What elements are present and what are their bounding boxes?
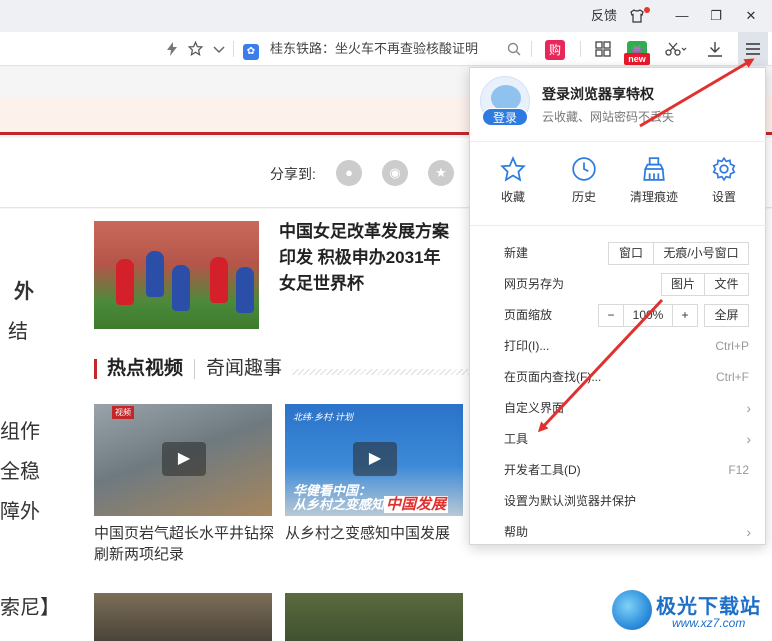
menu-item-help[interactable]: 帮助 › <box>470 517 767 548</box>
minimize-icon[interactable]: — <box>670 0 694 32</box>
paw-icon[interactable]: ✿ <box>240 32 262 66</box>
save-image-button[interactable]: 图片 <box>661 273 705 296</box>
login-title[interactable]: 登录浏览器享特权 <box>542 84 654 104</box>
weibo-icon[interactable]: ◉ <box>382 160 408 186</box>
feedback-button[interactable]: 反馈 <box>588 0 620 32</box>
new-badge: new <box>624 53 650 65</box>
hamburger-menu-icon[interactable] <box>738 32 768 66</box>
video-thumbnail[interactable]: 北纬·乡村·计划 ▶ 华健看中国： 从乡村之变感知 中国发展 <box>285 404 463 516</box>
chevron-right-icon: › <box>746 400 751 416</box>
video-thumbnail[interactable]: 视频 ▶ <box>94 404 272 516</box>
chevron-down-icon[interactable] <box>211 32 227 66</box>
left-text-fragment[interactable]: 组作 <box>0 415 40 444</box>
menu-item-devtools[interactable]: 开发者工具(D) F12 <box>470 455 767 486</box>
fullscreen-button[interactable]: 全屏 <box>704 304 749 327</box>
tab-oddities[interactable]: 奇闻趣事 <box>206 359 282 379</box>
menu-item-new: 新建 窗口 无痕/小号窗口 <box>470 238 767 269</box>
new-incognito-button[interactable]: 无痕/小号窗口 <box>653 242 749 265</box>
menu-item-print[interactable]: 打印(I)... Ctrl+P <box>470 331 767 362</box>
star-icon[interactable] <box>186 32 204 66</box>
section-title[interactable]: 热点视频 <box>94 359 183 379</box>
quick-label: 收藏 <box>500 190 525 204</box>
broom-icon <box>640 156 668 184</box>
menu-item-zoom: 页面缩放 − 100% + 全屏 <box>470 300 767 331</box>
divider <box>580 41 581 57</box>
apps-grid-icon[interactable] <box>592 32 614 66</box>
restore-icon[interactable]: ❐ <box>704 0 728 32</box>
favorites-button[interactable]: 收藏 <box>478 155 548 205</box>
zoom-level: 100% <box>623 304 673 327</box>
new-window-button[interactable]: 窗口 <box>608 242 654 265</box>
news-ticker[interactable]: 桂东铁路：坐火车不再查验核酸证明 <box>270 32 478 66</box>
clock-icon <box>570 156 598 184</box>
quick-label: 设置 <box>711 190 736 204</box>
shirt-icon[interactable] <box>626 0 648 32</box>
video-overlay-text: 北纬·乡村·计划 <box>293 412 353 422</box>
settings-button[interactable]: 设置 <box>689 156 759 205</box>
article-image[interactable] <box>94 221 259 329</box>
video-caption[interactable]: 从乡村之变感知中国发展 <box>285 523 467 544</box>
decorative-line <box>292 369 472 375</box>
chevron-right-icon: › <box>746 524 751 540</box>
quick-label: 历史 <box>571 190 596 204</box>
history-button[interactable]: 历史 <box>549 156 619 205</box>
save-file-button[interactable]: 文件 <box>704 273 749 296</box>
bolt-icon[interactable] <box>164 32 180 66</box>
quick-actions: 收藏 历史 清理痕迹 设置 <box>470 142 767 226</box>
article-headline[interactable]: 中国女足改革发展方案印发 积极申办2031年女足世界杯 <box>279 219 454 297</box>
left-text-fragment[interactable]: 索尼】 <box>0 591 60 620</box>
divider <box>531 41 532 57</box>
shop-icon[interactable]: 购 <box>543 32 567 66</box>
wechat-icon[interactable]: ● <box>336 160 362 186</box>
watermark-title: 极光下载站 <box>656 596 761 618</box>
left-column: 外 结 组作 全稳 障外 索尼】 <box>0 209 66 641</box>
play-icon[interactable]: ▶ <box>353 442 397 476</box>
divider <box>233 41 234 57</box>
video-tag: 视频 <box>112 406 134 419</box>
quick-label: 清理痕迹 <box>629 190 678 204</box>
watermark: 极光下载站 www.xz7.com <box>612 586 772 636</box>
login-subtitle: 云收藏、网站密码不丢失 <box>542 110 675 124</box>
left-text-fragment[interactable]: 外 <box>14 275 34 304</box>
share-label: 分享到: <box>270 166 316 182</box>
left-text-fragment[interactable]: 结 <box>8 315 28 344</box>
menu-item-save-as: 网页另存为 图片 文件 <box>470 269 767 300</box>
star-outline-icon <box>499 155 527 184</box>
gear-icon <box>710 156 738 184</box>
left-text-fragment[interactable]: 障外 <box>0 495 40 524</box>
play-icon[interactable]: ▶ <box>162 442 206 476</box>
login-button[interactable]: 登录 <box>482 108 528 126</box>
scissors-icon[interactable] <box>662 32 690 66</box>
menu-item-tools[interactable]: 工具 › <box>470 424 767 455</box>
menu-item-find[interactable]: 在页面内查找(F)... Ctrl+F <box>470 362 767 393</box>
video-thumbnail[interactable] <box>94 593 272 641</box>
notification-dot <box>644 7 650 13</box>
menu-item-customize[interactable]: 自定义界面 › <box>470 393 767 424</box>
watermark-url: www.xz7.com <box>672 616 746 630</box>
title-bar: 反馈 — ❐ ✕ <box>0 0 772 32</box>
zoom-in-button[interactable]: + <box>672 304 698 327</box>
favorite-icon[interactable]: ★ <box>428 160 454 186</box>
login-section[interactable]: 登录 登录浏览器享特权 云收藏、网站密码不丢失 <box>470 68 767 142</box>
clear-traces-button[interactable]: 清理痕迹 <box>619 156 689 205</box>
video-thumbnail[interactable] <box>285 593 463 641</box>
browser-main-menu: 登录 登录浏览器享特权 云收藏、网站密码不丢失 收藏 历史 清理痕迹 设置 新建… <box>469 67 767 548</box>
video-caption[interactable]: 中国页岩气超长水平井钻探刷新两项纪录 <box>94 523 276 565</box>
divider <box>194 359 195 379</box>
left-text-fragment[interactable]: 全稳 <box>0 455 40 484</box>
download-icon[interactable] <box>704 32 726 66</box>
chevron-right-icon: › <box>746 431 751 447</box>
address-bar: ✿ 桂东铁路：坐火车不再查验核酸证明 购 👾 <box>0 32 772 66</box>
close-icon[interactable]: ✕ <box>738 0 764 32</box>
watermark-logo-icon <box>612 590 652 630</box>
search-icon[interactable] <box>505 32 523 66</box>
video-overlay-text: 华健看中国： 从乡村之变感知 中国发展 <box>293 483 449 513</box>
zoom-out-button[interactable]: − <box>598 304 624 327</box>
menu-item-set-default[interactable]: 设置为默认浏览器并保护 <box>470 486 767 517</box>
